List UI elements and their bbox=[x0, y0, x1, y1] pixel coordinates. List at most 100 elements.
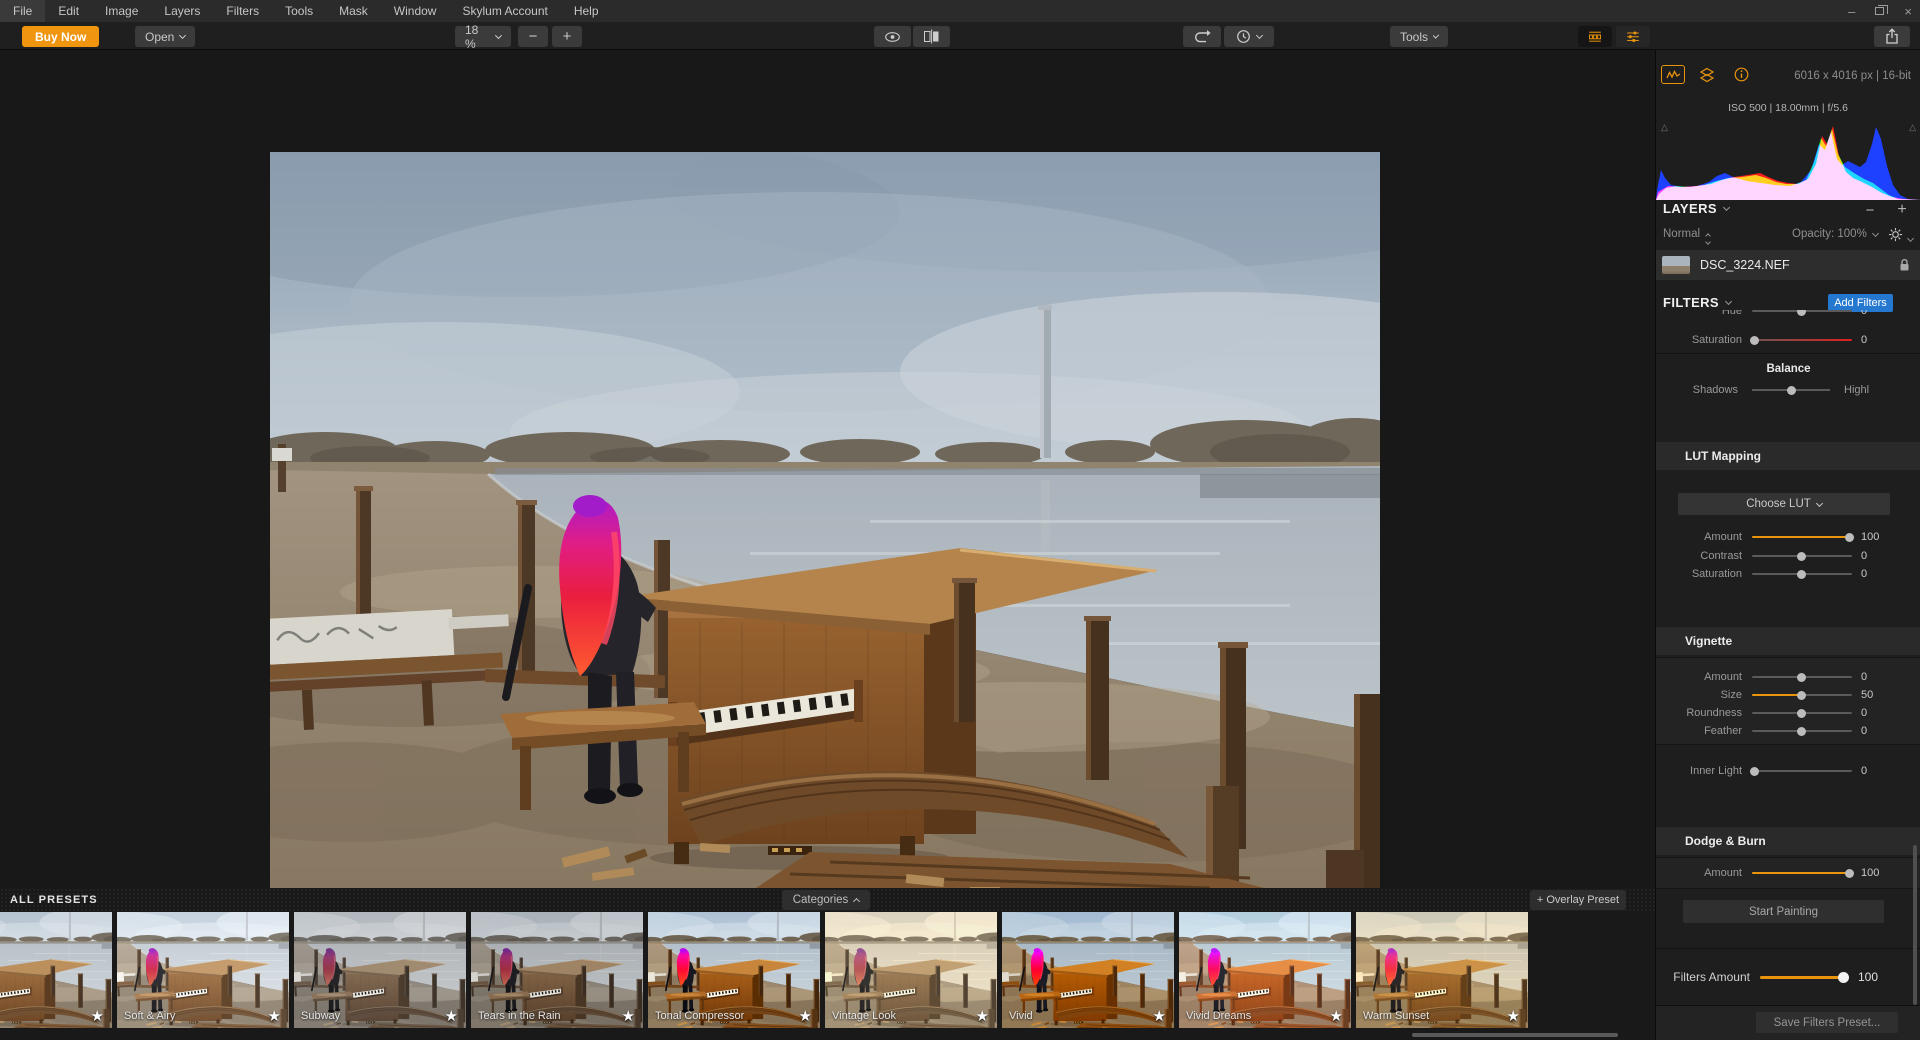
remove-layer-button[interactable]: − bbox=[1861, 202, 1879, 219]
dodge-burn-amount-slider[interactable] bbox=[1752, 872, 1852, 874]
lut-saturation-slider[interactable] bbox=[1752, 573, 1852, 575]
overlay-preset-button[interactable]: + Overlay Preset bbox=[1530, 890, 1626, 910]
layer-row[interactable]: DSC_3224.NEF bbox=[1656, 250, 1920, 280]
lut-amount-slider[interactable] bbox=[1752, 536, 1852, 538]
favorite-star-icon[interactable]: ★ bbox=[1153, 1007, 1166, 1025]
tools-button[interactable]: Tools bbox=[1390, 26, 1448, 47]
vignette-feather-slider[interactable] bbox=[1752, 730, 1852, 732]
slider-knob[interactable] bbox=[1845, 533, 1854, 542]
favorite-star-icon[interactable]: ★ bbox=[268, 1007, 281, 1025]
chevron-down-icon bbox=[1256, 32, 1263, 39]
start-painting-button[interactable]: Start Painting bbox=[1683, 900, 1884, 923]
slider-knob[interactable] bbox=[1838, 972, 1849, 983]
compare-button[interactable] bbox=[913, 26, 950, 47]
menu-edit[interactable]: Edit bbox=[45, 0, 92, 22]
slider-knob[interactable] bbox=[1797, 727, 1806, 736]
menu-image[interactable]: Image bbox=[92, 0, 151, 22]
shadow-clipping-indicator[interactable]: △ bbox=[1661, 122, 1668, 133]
vignette-amount-slider[interactable] bbox=[1752, 676, 1852, 678]
info-button[interactable] bbox=[1729, 65, 1753, 84]
open-button[interactable]: Open bbox=[135, 26, 195, 47]
preset-tile[interactable]: Tears in the Rain ★ bbox=[471, 912, 643, 1028]
favorite-star-icon[interactable]: ★ bbox=[445, 1007, 458, 1025]
menu-tools[interactable]: Tools bbox=[272, 0, 326, 22]
photo-viewport[interactable] bbox=[270, 152, 1380, 892]
preview-toggle-button[interactable] bbox=[874, 26, 911, 47]
vignette-section-header[interactable]: Vignette bbox=[1656, 627, 1920, 655]
editor-canvas[interactable] bbox=[0, 50, 1655, 888]
slider-knob[interactable] bbox=[1750, 767, 1759, 776]
slider-knob[interactable] bbox=[1797, 709, 1806, 718]
layer-settings-button[interactable] bbox=[1888, 227, 1913, 245]
close-button[interactable]: × bbox=[1904, 4, 1912, 19]
preset-strip-scrollbar[interactable] bbox=[1412, 1033, 1618, 1037]
slider-knob[interactable] bbox=[1797, 673, 1806, 682]
zoom-level-button[interactable]: 18 % bbox=[455, 26, 511, 47]
presets-panel-toggle[interactable] bbox=[1578, 26, 1612, 47]
menu-skylum-account[interactable]: Skylum Account bbox=[449, 0, 560, 22]
slider-knob[interactable] bbox=[1787, 386, 1796, 395]
filters-panel-toggle[interactable] bbox=[1616, 26, 1650, 47]
opacity-select[interactable]: Opacity: 100% bbox=[1792, 228, 1878, 240]
categories-button[interactable]: Categories bbox=[782, 890, 870, 910]
slider-knob[interactable] bbox=[1797, 691, 1806, 700]
menu-layers[interactable]: Layers bbox=[151, 0, 213, 22]
preset-tile[interactable]: Vintage Look ★ bbox=[825, 912, 997, 1028]
hue-slider[interactable] bbox=[1752, 310, 1852, 312]
favorite-star-icon[interactable]: ★ bbox=[622, 1007, 635, 1025]
saturation-slider[interactable] bbox=[1752, 339, 1852, 341]
choose-lut-button[interactable]: Choose LUT bbox=[1678, 493, 1890, 515]
favorite-star-icon[interactable]: ★ bbox=[1330, 1007, 1343, 1025]
dodge-burn-section-header[interactable]: Dodge & Burn bbox=[1656, 827, 1920, 855]
layers-panel-header[interactable]: LAYERS bbox=[1663, 201, 1729, 216]
favorite-star-icon[interactable]: ★ bbox=[91, 1007, 104, 1025]
histogram-toggle-button[interactable] bbox=[1661, 65, 1685, 84]
undo-button[interactable] bbox=[1183, 26, 1221, 47]
slider-knob[interactable] bbox=[1797, 310, 1806, 316]
restore-button[interactable] bbox=[1875, 7, 1884, 15]
save-filters-preset-button[interactable]: Save Filters Preset... bbox=[1756, 1012, 1898, 1033]
slider-knob[interactable] bbox=[1797, 552, 1806, 561]
inner-light-slider[interactable] bbox=[1752, 770, 1852, 772]
zoom-out-button[interactable]: − bbox=[518, 26, 548, 47]
filters-panel-header[interactable]: FILTERS bbox=[1663, 295, 1731, 310]
favorite-star-icon[interactable]: ★ bbox=[799, 1007, 812, 1025]
slider-knob[interactable] bbox=[1845, 869, 1854, 878]
menu-file[interactable]: File bbox=[0, 0, 45, 22]
preset-tile[interactable]: Warm Sunset ★ bbox=[1356, 912, 1528, 1028]
menu-help[interactable]: Help bbox=[561, 0, 612, 22]
vignette-size-slider[interactable] bbox=[1752, 694, 1852, 696]
buy-now-button[interactable]: Buy Now bbox=[22, 26, 99, 47]
zoom-in-button[interactable]: + bbox=[552, 26, 582, 47]
preset-tile[interactable]: Subway ★ bbox=[294, 912, 466, 1028]
layers-panel-button[interactable] bbox=[1695, 65, 1719, 84]
favorite-star-icon[interactable]: ★ bbox=[976, 1007, 989, 1025]
vignette-roundness-slider[interactable] bbox=[1752, 712, 1852, 714]
filters-amount-slider[interactable] bbox=[1760, 976, 1848, 979]
history-button[interactable] bbox=[1224, 26, 1274, 47]
blend-mode-select[interactable]: Normal bbox=[1663, 228, 1710, 244]
favorite-star-icon[interactable]: ★ bbox=[1507, 1007, 1520, 1025]
lock-icon[interactable] bbox=[1898, 258, 1911, 275]
preset-tile[interactable]: Tonal Compressor ★ bbox=[648, 912, 820, 1028]
preset-tile[interactable]: Vivid Dreams ★ bbox=[1179, 912, 1351, 1028]
sidebar-scrollbar[interactable] bbox=[1913, 845, 1917, 1005]
slider-knob[interactable] bbox=[1750, 336, 1759, 345]
lut-contrast-slider[interactable] bbox=[1752, 555, 1852, 557]
preset-tile[interactable]: Portrait ★ bbox=[0, 912, 112, 1028]
lut-mapping-section-header[interactable]: LUT Mapping bbox=[1656, 442, 1920, 470]
menu-window[interactable]: Window bbox=[381, 0, 450, 22]
menu-filters[interactable]: Filters bbox=[213, 0, 272, 22]
highlight-clipping-indicator[interactable]: △ bbox=[1909, 122, 1916, 133]
section-title: LUT Mapping bbox=[1685, 449, 1761, 463]
balance-slider[interactable] bbox=[1752, 389, 1830, 391]
add-layer-button[interactable]: + bbox=[1893, 201, 1911, 219]
preset-tile[interactable]: Vivid ★ bbox=[1002, 912, 1174, 1028]
minimize-button[interactable]: – bbox=[1848, 4, 1855, 19]
export-share-button[interactable] bbox=[1874, 26, 1910, 47]
choose-lut-label: Choose LUT bbox=[1746, 498, 1811, 510]
menu-mask[interactable]: Mask bbox=[326, 0, 381, 22]
histogram-panel[interactable]: △ △ bbox=[1656, 114, 1920, 202]
preset-tile[interactable]: Soft & Airy ★ bbox=[117, 912, 289, 1028]
slider-knob[interactable] bbox=[1797, 570, 1806, 579]
